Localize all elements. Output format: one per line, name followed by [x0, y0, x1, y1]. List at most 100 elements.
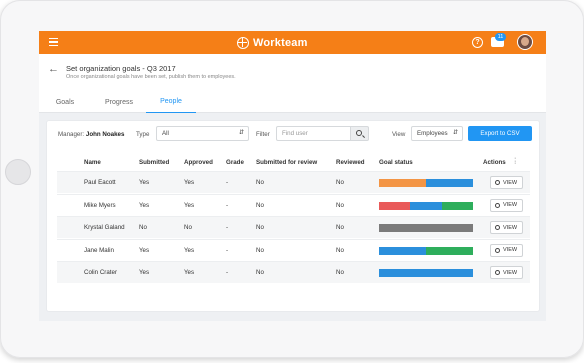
search-icon — [356, 130, 362, 136]
back-arrow-icon[interactable]: ← — [48, 63, 59, 75]
cell-submitted: Yes — [139, 179, 150, 186]
search-icon — [495, 270, 500, 275]
cell-reviewed: No — [336, 246, 344, 254]
goal-status-bar — [379, 269, 473, 277]
view-button[interactable]: VIEW — [490, 221, 523, 234]
select-caret-icon: ⇵ — [452, 130, 458, 136]
export-csv-button[interactable]: Export to CSV — [468, 126, 532, 141]
table-row: Mike Myers Yes Yes - No No VIEW — [57, 193, 530, 216]
tablet-home-button — [5, 159, 31, 185]
view-button[interactable]: VIEW — [490, 266, 523, 279]
top-bar: Workteam ? 11 — [39, 31, 546, 54]
type-select[interactable]: All ⇵ — [156, 126, 249, 141]
cell-submitted-for-review: No — [256, 269, 264, 276]
find-user-input[interactable]: Find user — [276, 126, 351, 141]
table-row: Paul Eacott Yes Yes - No No VIEW — [57, 171, 530, 193]
cell-grade: - — [226, 269, 229, 276]
cell-submitted-for-review: No — [256, 224, 264, 231]
goal-status-segment — [379, 224, 473, 232]
manager-label: Manager: — [58, 131, 85, 138]
column-header-submitted-for-review: Submitted for review — [256, 159, 318, 166]
cell-submitted: Yes — [139, 201, 150, 209]
view-label: View — [392, 131, 406, 138]
workteam-logo-icon — [237, 36, 249, 49]
view-button-label: VIEW — [503, 202, 518, 208]
search-icon — [495, 247, 500, 253]
column-header-grade: Grade — [226, 159, 244, 166]
cell-submitted: Yes — [139, 246, 150, 254]
cell-name: Colin Crater — [84, 269, 118, 276]
column-header-reviewed: Reviewed — [336, 159, 365, 166]
cell-name: Paul Eacott — [84, 179, 116, 186]
search-icon — [495, 180, 500, 185]
notification-badge: 11 — [495, 33, 506, 41]
view-button[interactable]: VIEW — [490, 243, 523, 257]
goal-status-bar — [379, 246, 473, 255]
tab-progress[interactable]: Progress — [95, 91, 143, 113]
view-select[interactable]: Employees ⇵ — [411, 126, 463, 141]
column-header-goal-status: Goal status — [379, 159, 413, 166]
brand-name: Workteam — [253, 36, 308, 49]
search-button[interactable] — [351, 126, 369, 141]
filter-label: Filter — [256, 131, 270, 138]
cell-reviewed: No — [336, 201, 344, 209]
column-header-submitted: Submitted — [139, 159, 170, 166]
goal-status-segment — [441, 201, 473, 210]
help-icon[interactable]: ? — [472, 37, 483, 48]
table-row: Colin Crater Yes Yes - No No VIEW — [57, 261, 530, 283]
table-header: Name Submitted Approved Grade Submitted … — [47, 154, 539, 170]
view-button[interactable]: VIEW — [490, 176, 523, 189]
view-button-label: VIEW — [503, 247, 518, 253]
column-header-actions: Actions — [483, 159, 506, 166]
cell-grade: - — [226, 224, 229, 231]
cell-reviewed: No — [336, 224, 344, 231]
manager-name: John Noakes — [85, 131, 125, 138]
brand-logo: Workteam — [237, 35, 308, 50]
app-screen: Workteam ? 11 ← Set organization goals -… — [39, 31, 546, 321]
tab-goals[interactable]: Goals — [47, 91, 83, 113]
table-row: Jane Malin Yes Yes - No No VIEW — [57, 238, 530, 261]
cell-grade: - — [226, 179, 229, 186]
filter-bar: Manager: John Noakes Type All ⇵ Filter F… — [47, 121, 539, 149]
goal-status-segment — [379, 269, 473, 277]
view-button[interactable]: VIEW — [490, 198, 523, 212]
page-subtitle: Once organizational goals have been set,… — [66, 74, 236, 80]
type-label: Type — [136, 131, 150, 138]
view-select-value: Employees — [417, 130, 448, 137]
cell-name: Jane Malin — [84, 246, 114, 254]
cell-approved: Yes — [184, 246, 195, 254]
user-avatar[interactable] — [517, 34, 533, 50]
goal-status-bar — [379, 179, 473, 187]
tab-bar: Goals Progress People — [39, 91, 546, 113]
tab-people[interactable]: People — [146, 91, 196, 113]
more-options-icon[interactable]: · · · — [514, 155, 516, 167]
goal-status-segment — [379, 179, 426, 187]
page-title: Set organization goals - Q3 2017 — [66, 64, 176, 73]
cell-reviewed: No — [336, 179, 344, 186]
goal-status-bar — [379, 201, 473, 210]
cell-approved: Yes — [184, 201, 195, 209]
cell-approved: No — [184, 224, 192, 231]
cell-reviewed: No — [336, 269, 344, 276]
cell-submitted: No — [139, 224, 147, 231]
cell-grade: - — [226, 246, 229, 254]
goal-status-segment — [379, 201, 411, 210]
column-header-name: Name — [84, 159, 101, 166]
search-icon — [495, 202, 500, 208]
cell-grade: - — [226, 201, 229, 209]
page-header: ← Set organization goals - Q3 2017 Once … — [39, 54, 546, 113]
view-button-label: VIEW — [503, 224, 518, 231]
search-icon — [495, 225, 500, 230]
cell-submitted: Yes — [139, 269, 150, 276]
view-button-label: VIEW — [503, 179, 518, 186]
tablet-frame: Workteam ? 11 ← Set organization goals -… — [0, 0, 584, 358]
cell-approved: Yes — [184, 269, 195, 276]
view-button-label: VIEW — [503, 269, 518, 276]
manager-filter: Manager: John Noakes — [58, 131, 124, 138]
cell-submitted-for-review: No — [256, 179, 264, 186]
table-row: Krystal Galand No No - No No VIEW — [57, 216, 530, 238]
hamburger-menu-icon[interactable] — [49, 38, 58, 46]
cell-approved: Yes — [184, 179, 195, 186]
select-caret-icon: ⇵ — [238, 130, 244, 136]
cell-submitted-for-review: No — [256, 246, 264, 254]
